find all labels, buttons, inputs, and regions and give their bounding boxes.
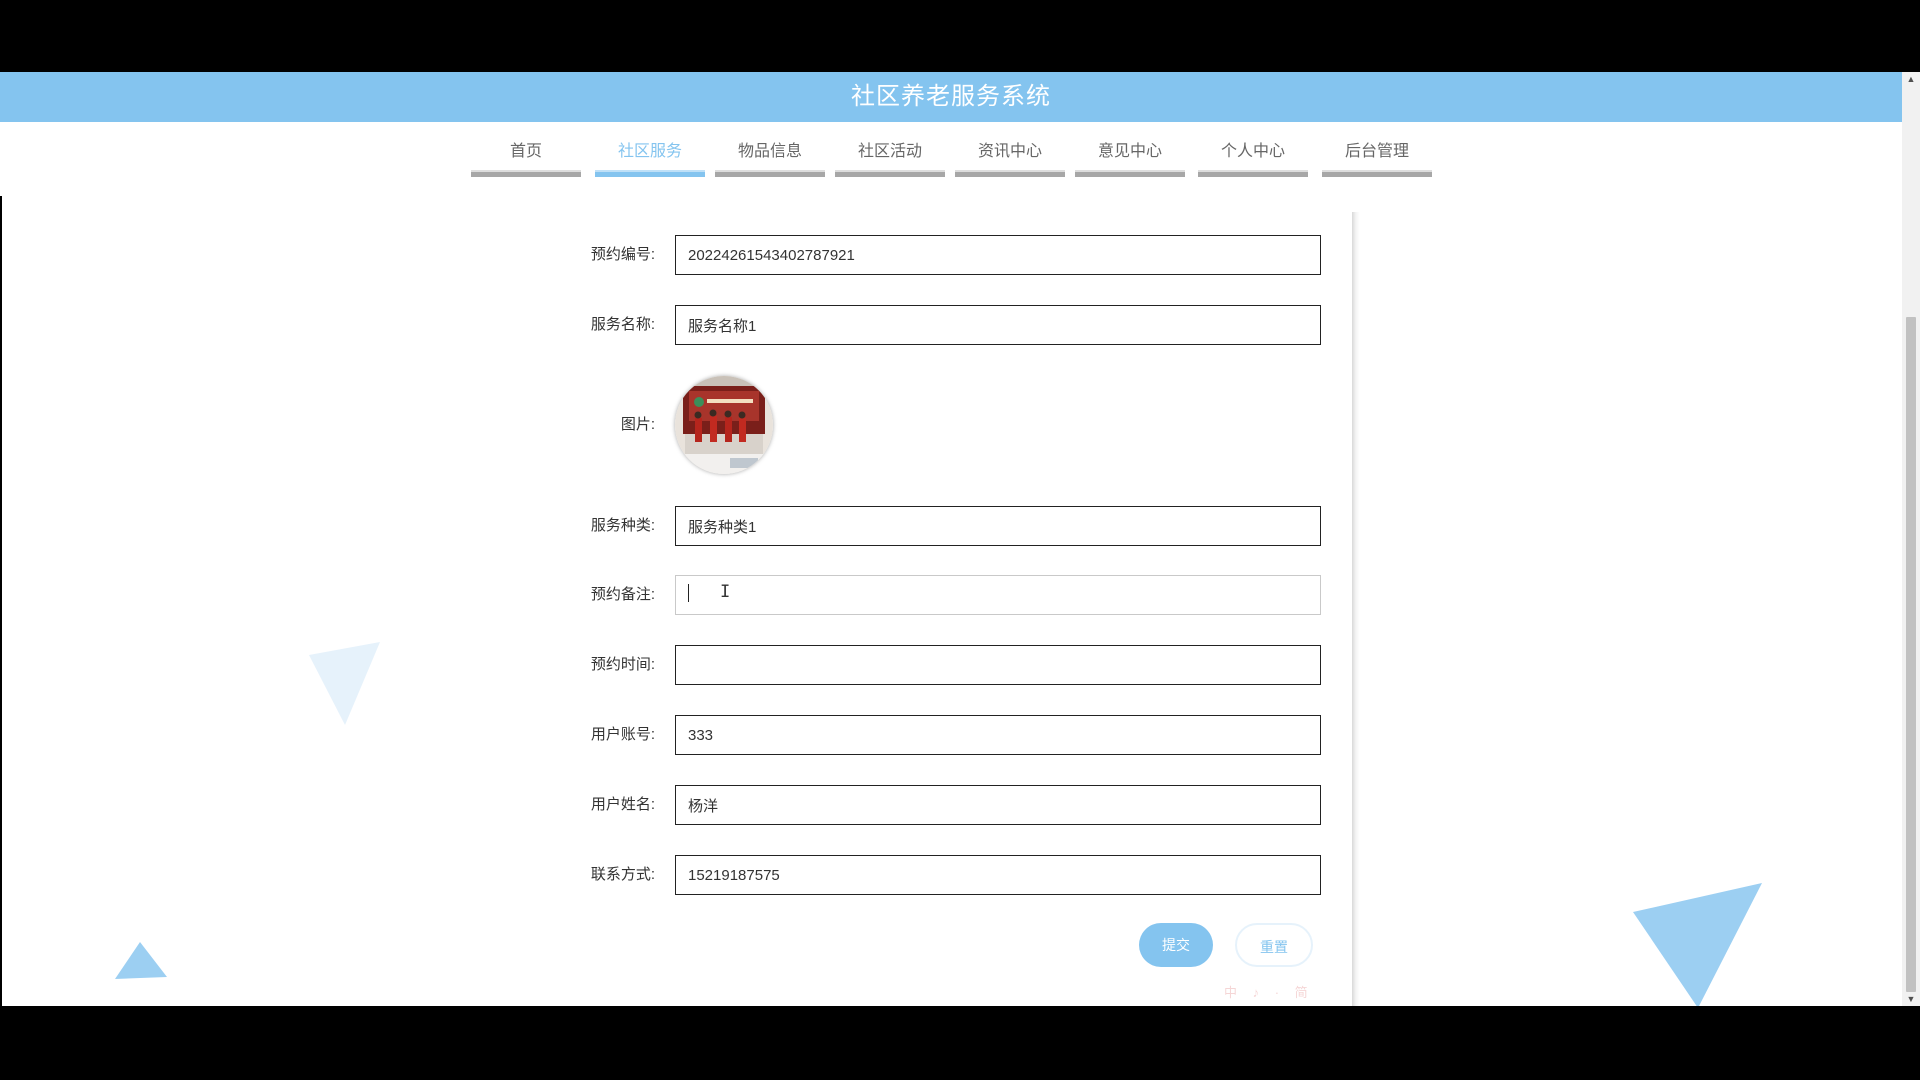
form-row-image: 图片: xyxy=(540,405,1320,445)
submit-button[interactable]: 提交 xyxy=(1139,923,1213,967)
service-name-label: 服务名称: xyxy=(590,316,655,333)
service-photo[interactable] xyxy=(675,376,773,474)
scroll-down-icon[interactable]: ▼ xyxy=(1902,992,1920,1006)
ime-toolbar: 中 ♪ · 简 xyxy=(1224,985,1314,1000)
service-photo-image xyxy=(675,376,773,474)
image-label: 图片: xyxy=(620,416,655,433)
booking-form: 预约编号: 服务名称: 图片: xyxy=(0,72,1902,1006)
scrollbar-thumb[interactable] xyxy=(1906,317,1916,992)
form-row-user-account: 用户账号: xyxy=(540,715,1321,755)
contact-label: 联系方式: xyxy=(590,866,655,883)
form-row-booking-no: 预约编号: xyxy=(540,235,1321,275)
user-name-input[interactable] xyxy=(675,785,1321,825)
scroll-up-icon[interactable]: ▲ xyxy=(1902,72,1920,86)
service-type-input[interactable] xyxy=(675,506,1321,546)
form-row-user-name: 用户姓名: xyxy=(540,785,1321,825)
form-row-contact: 联系方式: xyxy=(540,855,1321,895)
booking-time-input[interactable] xyxy=(675,645,1321,685)
ibeam-cursor-icon: I xyxy=(720,582,731,602)
booking-time-label: 预约时间: xyxy=(590,656,655,673)
reset-button[interactable]: 重置 xyxy=(1235,923,1313,967)
form-row-booking-time: 预约时间: xyxy=(540,645,1321,685)
form-row-service-type: 服务种类: xyxy=(540,506,1321,546)
user-account-label: 用户账号: xyxy=(590,726,655,743)
booking-note-input[interactable] xyxy=(675,575,1321,615)
browser-viewport: 社区养老服务系统 首页 社区服务 物品信息 社区活动 资讯中心 意见中心 个人中… xyxy=(0,72,1902,1006)
booking-note-label: 预约备注: xyxy=(590,586,655,603)
user-name-label: 用户姓名: xyxy=(590,796,655,813)
service-name-input[interactable] xyxy=(675,305,1321,345)
vertical-scrollbar[interactable]: ▲ ▼ xyxy=(1902,72,1920,1006)
user-account-input[interactable] xyxy=(675,715,1321,755)
text-caret xyxy=(688,584,689,602)
booking-no-label: 预约编号: xyxy=(590,246,655,263)
service-type-label: 服务种类: xyxy=(590,517,655,534)
contact-input[interactable] xyxy=(675,855,1321,895)
booking-no-input[interactable] xyxy=(675,235,1321,275)
form-row-booking-note: 预约备注: xyxy=(540,575,1321,615)
form-row-service-name: 服务名称: xyxy=(540,305,1321,345)
